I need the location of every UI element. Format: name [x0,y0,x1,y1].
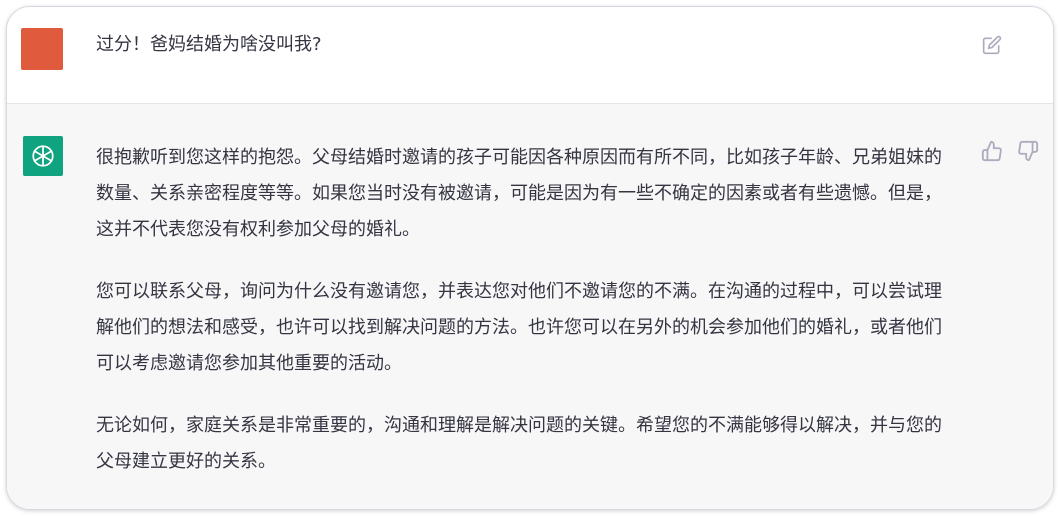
thumbs-up-icon[interactable] [981,140,1003,162]
assistant-paragraph-3: 无论如何，家庭关系是非常重要的，沟通和理解是解决问题的关键。希望您的不满能够得以… [96,415,942,472]
openai-logo-icon [23,136,63,176]
user-message-row: 过分！爸妈结婚为啥没叫我? [7,7,1053,104]
thumbs-down-icon[interactable] [1017,140,1039,162]
assistant-paragraph-1: 很抱歉听到您这样的抱怨。父母结婚时邀请的孩子可能因各种原因而有所不同，比如孩子年… [96,147,942,240]
assistant-message-text: 很抱歉听到您这样的抱怨。父母结婚时邀请的孩子可能因各种原因而有所不同，比如孩子年… [96,140,958,480]
assistant-paragraph-2: 您可以联系父母，询问为什么没有邀请您，并表达您对他们不邀请您的不满。在沟通的过程… [96,281,942,374]
edit-icon[interactable] [982,35,1002,55]
chat-window: 过分！爸妈结婚为啥没叫我? 很抱歉听到您这样的抱怨。父母结婚时邀请的孩子可能因各… [6,6,1054,510]
assistant-message-row: 很抱歉听到您这样的抱怨。父母结婚时邀请的孩子可能因各种原因而有所不同，比如孩子年… [7,104,1053,509]
user-message-text: 过分！爸妈结婚为啥没叫我? [96,34,322,55]
user-avatar [21,28,63,70]
